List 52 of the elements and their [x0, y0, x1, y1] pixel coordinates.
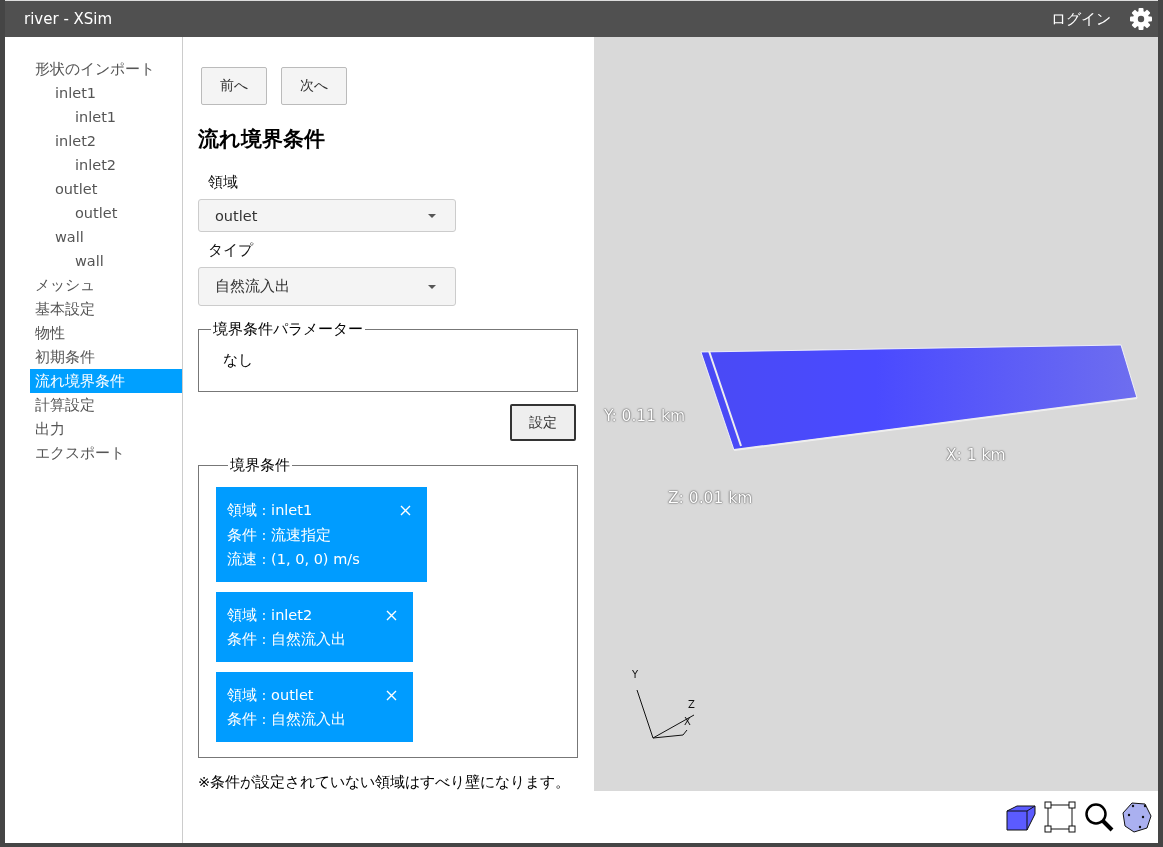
polyhedron-icon[interactable]	[1122, 801, 1152, 833]
note-text: ※条件が設定されていない領域はすべり壁になります。	[198, 772, 572, 792]
condition-text: 領域 : outlet	[227, 685, 315, 705]
dimension-label: Z: 0.01 km	[668, 489, 753, 507]
settings-icon[interactable]	[1129, 7, 1153, 31]
sidebar-item[interactable]: wall	[30, 225, 182, 249]
sidebar-item[interactable]: inlet2	[30, 153, 182, 177]
sidebar-item[interactable]: 初期条件	[30, 345, 182, 369]
close-icon[interactable]	[386, 689, 398, 701]
dimension-label: X: 1 km	[946, 446, 1006, 464]
condition-text: 領域 : inlet1	[227, 501, 314, 520]
sidebar-item[interactable]: outlet	[30, 201, 182, 225]
set-button[interactable]: 設定	[510, 404, 576, 441]
search-icon[interactable]	[1084, 802, 1114, 832]
axis-label: Z	[688, 700, 695, 710]
login-link[interactable]: ログイン	[1051, 9, 1111, 29]
sidebar-item[interactable]: メッシュ	[30, 273, 182, 297]
sidebar-item[interactable]: 物性	[30, 321, 182, 345]
panel-legend: 境界条件	[228, 456, 292, 475]
dropdown[interactable]: outlet	[198, 199, 456, 232]
cube-icon[interactable]	[1006, 803, 1036, 831]
sidebar-item[interactable]: 基本設定	[30, 297, 182, 321]
condition-text: 領域 : inlet2	[227, 605, 314, 625]
sidebar-item[interactable]: 計算設定	[30, 393, 182, 417]
sidebar-item[interactable]: inlet1	[30, 81, 182, 105]
close-icon[interactable]	[386, 609, 398, 621]
bounding-box-icon[interactable]	[1044, 801, 1076, 833]
sidebar-item[interactable]: エクスポート	[30, 441, 182, 465]
sidebar-item[interactable]: inlet1	[30, 105, 182, 129]
condition-text: 条件 : 自然流入出	[227, 630, 347, 649]
sidebar-item[interactable]: 出力	[30, 417, 182, 441]
sidebar-item[interactable]: 形状のインポート	[30, 57, 182, 81]
condition-text: 流速 : (1, 0, 0) m/s	[227, 550, 360, 569]
close-icon[interactable]	[399, 505, 411, 516]
parameter-text: なし	[223, 351, 254, 370]
field-label: 領域	[208, 173, 239, 192]
dropdown[interactable]: 自然流入出	[198, 267, 456, 306]
field-label: タイプ	[208, 241, 255, 260]
nav-button[interactable]: 前へ	[201, 67, 267, 105]
panel-legend: 境界条件パラメーター	[211, 320, 365, 339]
caret-icon	[428, 284, 436, 289]
sidebar-item[interactable]: inlet2	[30, 129, 182, 153]
dimension-label: Y: 0.11 km	[604, 407, 686, 425]
window-title: river - XSim	[24, 10, 113, 28]
condition-text: 条件 : 自然流入出	[227, 710, 347, 729]
caret-icon	[428, 213, 436, 218]
condition-text: 条件 : 流速指定	[227, 525, 333, 545]
axis-label: Y	[632, 670, 639, 680]
sidebar-item[interactable]: wall	[30, 249, 182, 273]
nav-button[interactable]: 次へ	[281, 67, 347, 105]
sidebar-item[interactable]: outlet	[30, 177, 182, 201]
page-heading: 流れ境界条件	[198, 126, 326, 153]
